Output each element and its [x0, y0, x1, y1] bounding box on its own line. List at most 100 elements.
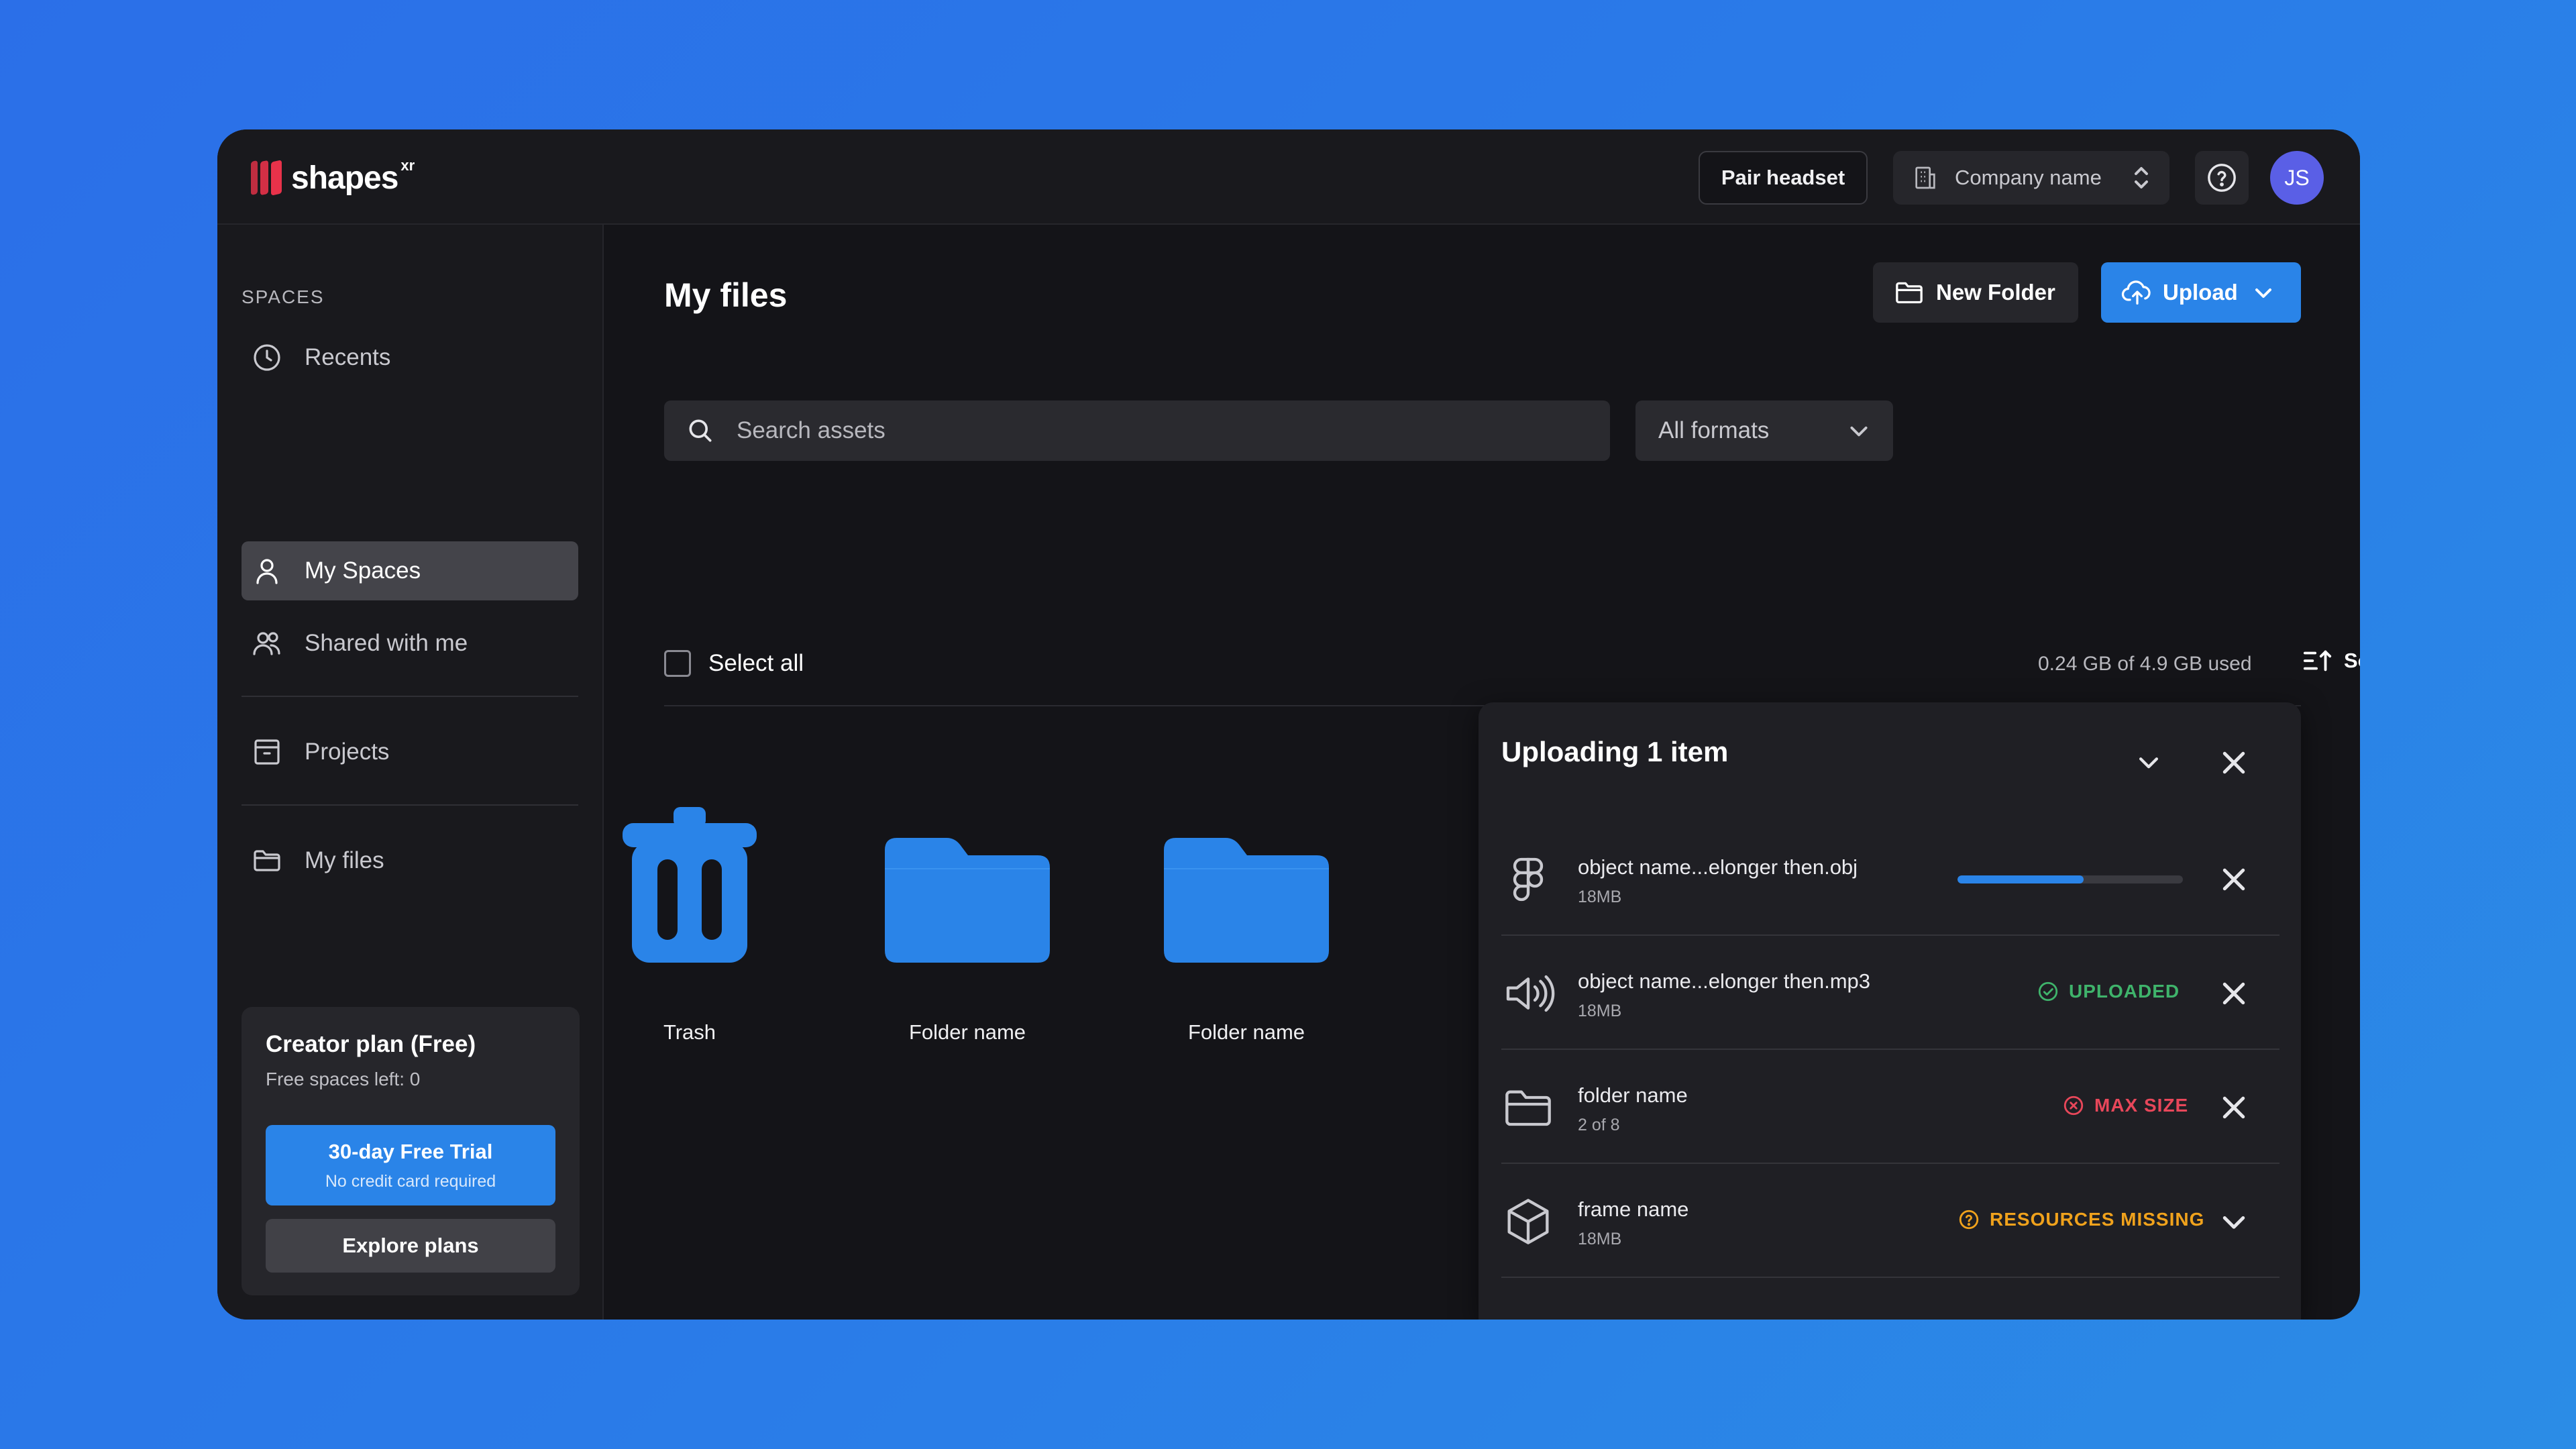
status-label: MAX SIZE	[2094, 1095, 2189, 1116]
upload-progress-fill	[1957, 875, 2084, 883]
status-badge-resources-missing: RESOURCES MISSING	[1957, 1208, 2204, 1231]
upload-item-size: 18MB	[1578, 1002, 1622, 1020]
pair-headset-button[interactable]: Pair headset	[1699, 151, 1868, 205]
shapes-logo[interactable]: shapes xr	[251, 157, 415, 198]
archive-icon	[254, 739, 280, 765]
chevron-down-icon	[1850, 426, 1868, 437]
select-all[interactable]: Select all	[664, 650, 804, 677]
page-title: My files	[664, 276, 788, 314]
search-input[interactable]	[737, 417, 1542, 444]
plan-subtitle: Free spaces left: 0	[266, 1069, 421, 1089]
building-icon	[1915, 166, 1935, 189]
new-folder-label: New Folder	[1936, 280, 2055, 305]
status-label: UPLOADED	[2069, 981, 2180, 1002]
close-icon[interactable]	[2219, 865, 2249, 894]
speaker-icon	[1506, 975, 1555, 1012]
figma-icon	[1513, 857, 1544, 902]
upload-item-name: object name...elonger then.obj	[1578, 855, 1858, 879]
upload-item-name: folder name	[1578, 1083, 1688, 1107]
sidebar-item-label: My files	[305, 847, 384, 873]
app-window: shapes xr Pair headset Company name JS S…	[217, 129, 2360, 1320]
tile-name: Folder name	[908, 1020, 1026, 1044]
tile-folder[interactable]: Folder name	[867, 788, 1068, 1044]
folder-add-icon	[1896, 282, 1923, 304]
company-name: Company name	[1955, 166, 2102, 189]
folder-icon	[254, 850, 280, 871]
upload-item-size: 18MB	[1578, 888, 1622, 906]
logo-mark-icon	[251, 160, 283, 196]
upload-item-name: frame name	[1578, 1197, 1689, 1221]
chevron-down-icon[interactable]	[2136, 749, 2161, 775]
top-bar: shapes xr Pair headset Company name JS	[217, 129, 2360, 225]
sidebar-item-my-spaces[interactable]: My Spaces	[241, 541, 578, 600]
sidebar-item-projects[interactable]: Projects	[241, 722, 578, 782]
folder-icon	[1505, 1090, 1551, 1126]
status-badge-uploaded: UPLOADED	[2037, 980, 2180, 1003]
upload-item-name: object name...elonger then.mp3	[1578, 969, 1870, 993]
sidebar-item-recents[interactable]: Recents	[241, 328, 578, 387]
status-label: RESOURCES MISSING	[1990, 1209, 2205, 1230]
people-icon	[253, 632, 280, 655]
sidebar: SPACES Recents My Spaces Shared with me …	[217, 225, 604, 1320]
upload-label: Upload	[2163, 280, 2238, 305]
question-circle-icon	[1959, 1210, 1979, 1230]
upload-item: object name...elonger then.mp3 18MB UPLO…	[1501, 936, 2279, 1050]
free-trial-button[interactable]: 30-day Free Trial No credit card require…	[266, 1125, 555, 1205]
sidebar-item-label: Shared with me	[305, 630, 468, 656]
free-trial-label: 30-day Free Trial	[328, 1140, 493, 1163]
select-all-label: Select all	[708, 650, 804, 676]
upload-button[interactable]: Upload	[2101, 262, 2301, 323]
check-circle-icon	[2038, 981, 2058, 1002]
logo-text: shapes	[291, 160, 398, 196]
sort-button[interactable]: Sort	[2302, 647, 2360, 674]
new-folder-button[interactable]: New Folder	[1873, 262, 2078, 323]
search-icon	[689, 419, 712, 442]
tile-name: Trash	[663, 1020, 716, 1044]
upload-item: folder name 2 of 8 MAX SIZE	[1501, 1050, 2279, 1164]
format-filter-value: All formats	[1658, 417, 1770, 443]
search-bar	[664, 400, 1610, 461]
free-trial-note: No credit card required	[325, 1172, 496, 1191]
upload-item-size: 18MB	[1578, 1230, 1622, 1248]
sidebar-item-shared[interactable]: Shared with me	[241, 614, 578, 673]
trash-icon	[623, 807, 757, 963]
sort-icon	[2303, 650, 2332, 672]
tile-folder[interactable]: Folder name	[1146, 788, 1347, 1044]
spaces-section-label: SPACES	[241, 286, 325, 307]
select-all-checkbox[interactable]	[664, 650, 691, 677]
sidebar-divider	[241, 696, 578, 697]
clock-icon	[254, 344, 280, 371]
company-switcher[interactable]: Company name	[1893, 151, 2169, 205]
help-button[interactable]	[2195, 151, 2249, 205]
plan-title: Creator plan (Free)	[266, 1031, 476, 1057]
cube-icon	[1507, 1199, 1549, 1244]
upload-progress-bar	[1957, 875, 2183, 883]
tile-name: Folder name	[1187, 1020, 1305, 1044]
chevron-down-icon[interactable]	[2219, 1207, 2249, 1236]
sidebar-item-label: My Spaces	[305, 557, 421, 584]
upload-item: object name...elonger then.obj 18MB	[1501, 822, 2279, 936]
tile-trash[interactable]: Trash	[589, 788, 790, 1044]
upload-item-size: 2 of 8	[1578, 1116, 1620, 1134]
folder-icon	[1164, 838, 1329, 963]
folder-icon	[885, 838, 1050, 963]
sort-label: Sort	[2344, 649, 2360, 672]
status-badge-max-size: MAX SIZE	[2062, 1094, 2188, 1117]
help-icon	[2208, 164, 2236, 192]
close-icon[interactable]	[2219, 1093, 2249, 1122]
close-icon[interactable]	[2219, 979, 2249, 1008]
user-avatar[interactable]: JS	[2270, 151, 2324, 205]
upload-panel-title: Uploading 1 item	[1501, 736, 1729, 767]
chevron-down-icon	[2255, 288, 2271, 298]
storage-usage: 0.24 GB of 4.9 GB used	[2038, 653, 2252, 675]
upload-item: frame name 18MB RESOURCES MISSING	[1501, 1164, 2279, 1278]
error-circle-icon	[2063, 1095, 2084, 1116]
plan-card: Creator plan (Free) Free spaces left: 0 …	[241, 1007, 580, 1295]
sidebar-item-label: Projects	[305, 739, 390, 765]
format-filter-dropdown[interactable]: All formats	[1635, 400, 1893, 461]
sidebar-item-label: Recents	[305, 344, 391, 370]
logo-superscript: xr	[400, 157, 415, 174]
sidebar-item-my-files[interactable]: My files	[241, 831, 578, 890]
explore-plans-button[interactable]: Explore plans	[266, 1219, 555, 1273]
close-icon[interactable]	[2219, 748, 2249, 777]
